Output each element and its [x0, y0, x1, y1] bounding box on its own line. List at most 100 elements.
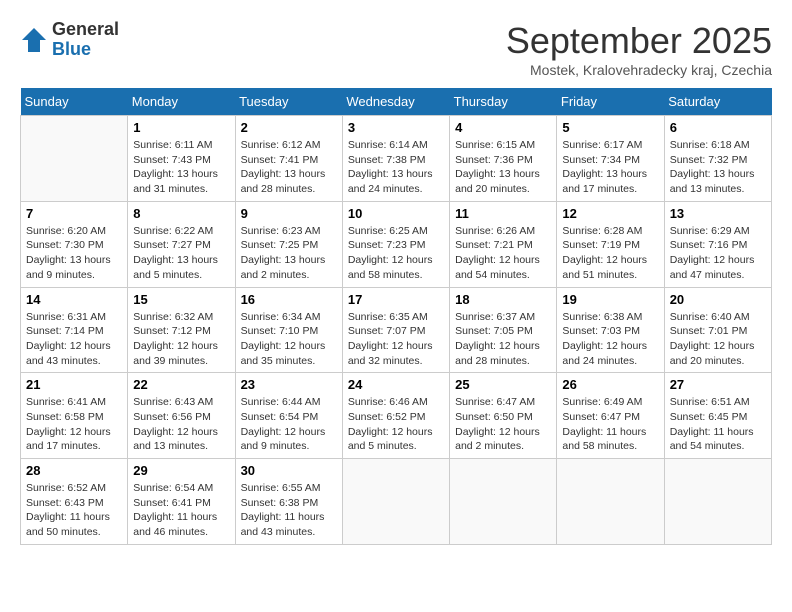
col-header-thursday: Thursday — [450, 88, 557, 116]
day-info: Sunrise: 6:28 AMSunset: 7:19 PMDaylight:… — [562, 224, 658, 283]
day-number: 13 — [670, 206, 766, 221]
calendar-cell: 16Sunrise: 6:34 AMSunset: 7:10 PMDayligh… — [235, 287, 342, 373]
day-number: 1 — [133, 120, 229, 135]
day-info: Sunrise: 6:47 AMSunset: 6:50 PMDaylight:… — [455, 395, 551, 454]
day-number: 27 — [670, 377, 766, 392]
day-number: 23 — [241, 377, 337, 392]
day-number: 26 — [562, 377, 658, 392]
calendar-body: 1 Sunrise: 6:11 AMSunset: 7:43 PMDaylight… — [21, 116, 772, 545]
calendar-cell: 3 Sunrise: 6:14 AMSunset: 7:38 PMDaylight… — [342, 116, 449, 202]
calendar-week-2: 14 Sunrise: 6:31 AMSunset: 7:14 PMDayligh… — [21, 287, 772, 373]
day-info: Sunrise: 6:18 AMSunset: 7:32 PMDaylight:… — [670, 138, 766, 197]
day-info: Sunrise: 6:49 AMSunset: 6:47 PMDaylight:… — [562, 395, 658, 454]
calendar-cell — [342, 459, 449, 545]
day-number: 6 — [670, 120, 766, 135]
day-info: Sunrise: 6:15 AMSunset: 7:36 PMDaylight:… — [455, 138, 551, 197]
calendar-cell: 5 Sunrise: 6:17 AMSunset: 7:34 PMDaylight… — [557, 116, 664, 202]
day-number: 3 — [348, 120, 444, 135]
day-info: Sunrise: 6:31 AMSunset: 7:14 PMDaylight:… — [26, 310, 122, 369]
day-number: 22 — [133, 377, 229, 392]
day-number: 10 — [348, 206, 444, 221]
col-header-saturday: Saturday — [664, 88, 771, 116]
calendar-cell: 8 Sunrise: 6:22 AMSunset: 7:27 PMDaylight… — [128, 201, 235, 287]
logo-icon — [20, 26, 48, 54]
location-text: Mostek, Kralovehradecky kraj, Czechia — [506, 62, 772, 78]
calendar-cell: 23 Sunrise: 6:44 AMSunset: 6:54 PMDayligh… — [235, 373, 342, 459]
day-info: Sunrise: 6:14 AMSunset: 7:38 PMDaylight:… — [348, 138, 444, 197]
calendar-cell: 24 Sunrise: 6:46 AMSunset: 6:52 PMDayligh… — [342, 373, 449, 459]
month-title: September 2025 — [506, 20, 772, 62]
day-number: 8 — [133, 206, 229, 221]
day-info: Sunrise: 6:55 AMSunset: 6:38 PMDaylight:… — [241, 481, 337, 540]
day-info: Sunrise: 6:25 AMSunset: 7:23 PMDaylight:… — [348, 224, 444, 283]
logo: General Blue — [20, 20, 119, 60]
calendar-cell: 18Sunrise: 6:37 AMSunset: 7:05 PMDayligh… — [450, 287, 557, 373]
col-header-monday: Monday — [128, 88, 235, 116]
calendar-cell — [450, 459, 557, 545]
day-info: Sunrise: 6:11 AMSunset: 7:43 PMDaylight:… — [133, 138, 229, 197]
calendar-cell: 14 Sunrise: 6:31 AMSunset: 7:14 PMDayligh… — [21, 287, 128, 373]
calendar-table: SundayMondayTuesdayWednesdayThursdayFrid… — [20, 88, 772, 545]
calendar-cell — [21, 116, 128, 202]
day-info: Sunrise: 6:38 AMSunset: 7:03 PMDaylight:… — [562, 310, 658, 369]
day-info: Sunrise: 6:12 AMSunset: 7:41 PMDaylight:… — [241, 138, 337, 197]
day-number: 17 — [348, 292, 444, 307]
day-info: Sunrise: 6:34 AMSunset: 7:10 PMDaylight:… — [241, 310, 337, 369]
day-number: 2 — [241, 120, 337, 135]
logo-general-text: General — [52, 19, 119, 39]
calendar-cell: 27Sunrise: 6:51 AMSunset: 6:45 PMDayligh… — [664, 373, 771, 459]
day-number: 25 — [455, 377, 551, 392]
calendar-cell — [664, 459, 771, 545]
day-number: 18 — [455, 292, 551, 307]
calendar-cell: 15 Sunrise: 6:32 AMSunset: 7:12 PMDayligh… — [128, 287, 235, 373]
logo-text: General Blue — [52, 20, 119, 60]
calendar-cell: 20 Sunrise: 6:40 AMSunset: 7:01 PMDayligh… — [664, 287, 771, 373]
col-header-sunday: Sunday — [21, 88, 128, 116]
calendar-cell: 1 Sunrise: 6:11 AMSunset: 7:43 PMDaylight… — [128, 116, 235, 202]
day-info: Sunrise: 6:44 AMSunset: 6:54 PMDaylight:… — [241, 395, 337, 454]
day-number: 20 — [670, 292, 766, 307]
day-number: 30 — [241, 463, 337, 478]
day-info: Sunrise: 6:41 AMSunset: 6:58 PMDaylight:… — [26, 395, 122, 454]
day-info: Sunrise: 6:23 AMSunset: 7:25 PMDaylight:… — [241, 224, 337, 283]
col-header-friday: Friday — [557, 88, 664, 116]
day-info: Sunrise: 6:20 AMSunset: 7:30 PMDaylight:… — [26, 224, 122, 283]
day-info: Sunrise: 6:46 AMSunset: 6:52 PMDaylight:… — [348, 395, 444, 454]
logo-blue-text: Blue — [52, 39, 91, 59]
day-info: Sunrise: 6:22 AMSunset: 7:27 PMDaylight:… — [133, 224, 229, 283]
calendar-cell: 4 Sunrise: 6:15 AMSunset: 7:36 PMDaylight… — [450, 116, 557, 202]
day-number: 14 — [26, 292, 122, 307]
day-number: 9 — [241, 206, 337, 221]
day-number: 29 — [133, 463, 229, 478]
calendar-cell — [557, 459, 664, 545]
calendar-cell: 13Sunrise: 6:29 AMSunset: 7:16 PMDayligh… — [664, 201, 771, 287]
day-number: 12 — [562, 206, 658, 221]
day-number: 28 — [26, 463, 122, 478]
calendar-cell: 28Sunrise: 6:52 AMSunset: 6:43 PMDayligh… — [21, 459, 128, 545]
day-info: Sunrise: 6:35 AMSunset: 7:07 PMDaylight:… — [348, 310, 444, 369]
calendar-cell: 30 Sunrise: 6:55 AMSunset: 6:38 PMDayligh… — [235, 459, 342, 545]
calendar-cell: 19Sunrise: 6:38 AMSunset: 7:03 PMDayligh… — [557, 287, 664, 373]
calendar-cell: 10 Sunrise: 6:25 AMSunset: 7:23 PMDayligh… — [342, 201, 449, 287]
calendar-cell: 26 Sunrise: 6:49 AMSunset: 6:47 PMDayligh… — [557, 373, 664, 459]
day-number: 24 — [348, 377, 444, 392]
day-number: 21 — [26, 377, 122, 392]
day-number: 11 — [455, 206, 551, 221]
day-info: Sunrise: 6:32 AMSunset: 7:12 PMDaylight:… — [133, 310, 229, 369]
calendar-cell: 9 Sunrise: 6:23 AMSunset: 7:25 PMDaylight… — [235, 201, 342, 287]
calendar-cell: 21 Sunrise: 6:41 AMSunset: 6:58 PMDayligh… — [21, 373, 128, 459]
day-number: 4 — [455, 120, 551, 135]
day-number: 5 — [562, 120, 658, 135]
day-info: Sunrise: 6:26 AMSunset: 7:21 PMDaylight:… — [455, 224, 551, 283]
calendar-cell: 17 Sunrise: 6:35 AMSunset: 7:07 PMDayligh… — [342, 287, 449, 373]
calendar-cell: 2 Sunrise: 6:12 AMSunset: 7:41 PMDaylight… — [235, 116, 342, 202]
day-info: Sunrise: 6:40 AMSunset: 7:01 PMDaylight:… — [670, 310, 766, 369]
calendar-cell: 25 Sunrise: 6:47 AMSunset: 6:50 PMDayligh… — [450, 373, 557, 459]
calendar-week-1: 7Sunrise: 6:20 AMSunset: 7:30 PMDaylight… — [21, 201, 772, 287]
day-info: Sunrise: 6:54 AMSunset: 6:41 PMDaylight:… — [133, 481, 229, 540]
day-number: 15 — [133, 292, 229, 307]
day-info: Sunrise: 6:17 AMSunset: 7:34 PMDaylight:… — [562, 138, 658, 197]
calendar-cell: 11 Sunrise: 6:26 AMSunset: 7:21 PMDayligh… — [450, 201, 557, 287]
day-info: Sunrise: 6:43 AMSunset: 6:56 PMDaylight:… — [133, 395, 229, 454]
calendar-cell: 22 Sunrise: 6:43 AMSunset: 6:56 PMDayligh… — [128, 373, 235, 459]
